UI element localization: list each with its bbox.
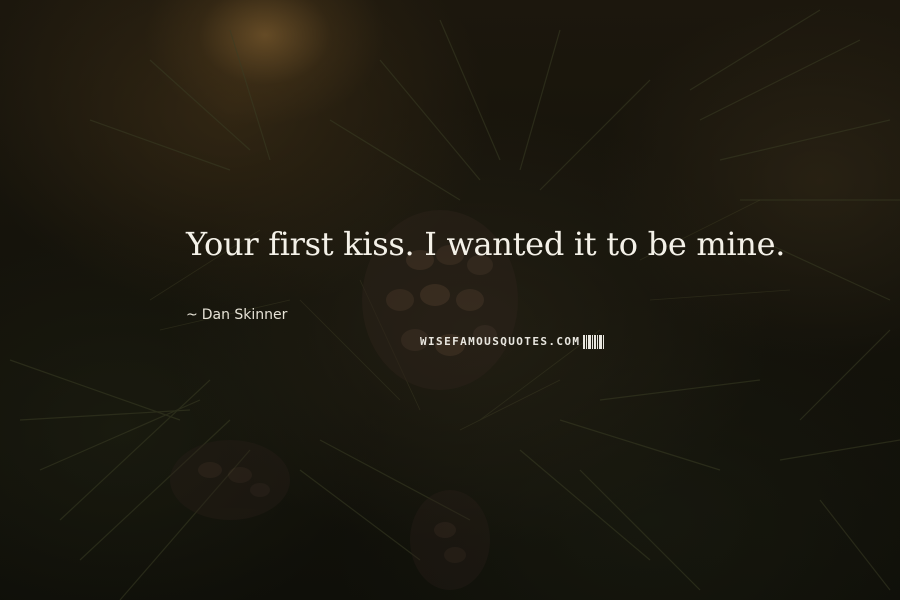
- pine-background-illustration: [9, 9, 900, 600]
- author-name: Dan Skinner: [201, 307, 288, 323]
- barcode-icon: [583, 335, 605, 349]
- watermark-text: WISEFAMOUSQUOTES.COM: [420, 335, 581, 348]
- quote-image: Your first kiss. I wanted it to be mine.…: [0, 0, 900, 600]
- author-prefix: ~: [186, 307, 198, 323]
- quote-text: Your first kiss. I wanted it to be mine.: [186, 225, 786, 263]
- watermark-logo: WISEFAMOUSQUOTES.COM: [420, 334, 618, 350]
- quote-author: ~ Dan Skinner: [186, 306, 287, 324]
